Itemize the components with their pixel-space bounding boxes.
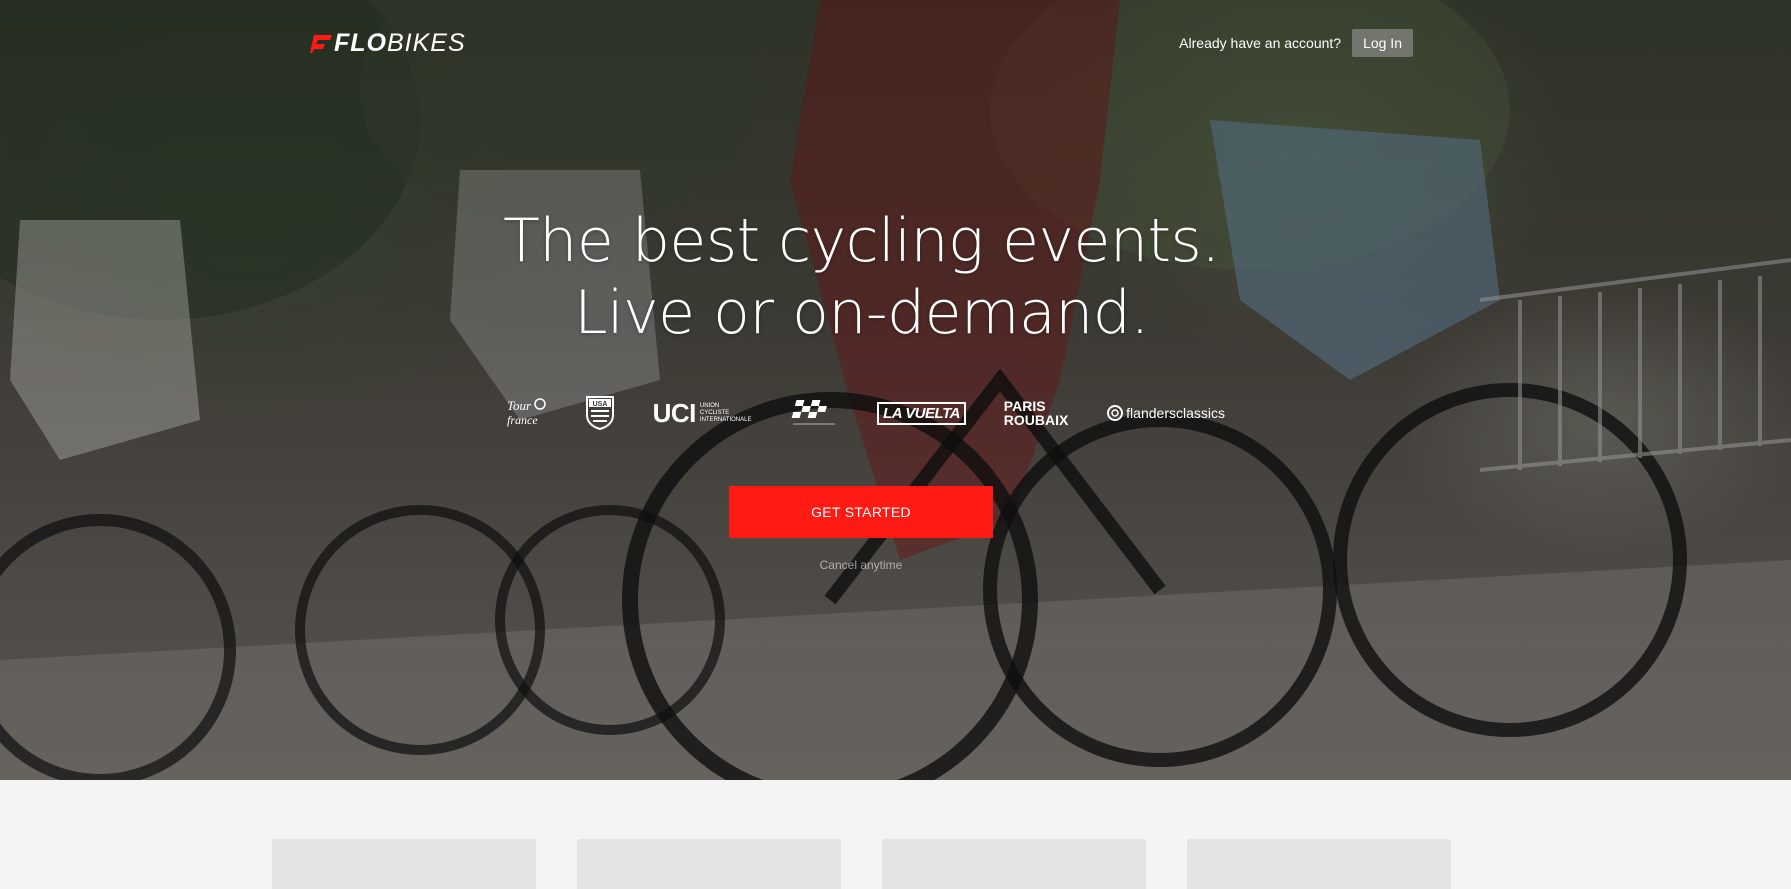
paris-roubaix-line-2: ROUBAIX — [1003, 412, 1069, 428]
flo-arrow-icon — [310, 35, 332, 53]
la-vuelta-text: LA VUELTA — [877, 401, 966, 425]
flobikes-logo[interactable]: FLO BIKES — [310, 29, 466, 58]
uci-logo: UCI UNION CYCLISTE INTERNATIONALE — [653, 398, 752, 429]
content-cards — [272, 839, 1452, 889]
tour-de-france-logo: Tour france — [505, 396, 547, 430]
logo-text-bold: FLO — [334, 28, 387, 57]
get-started-button[interactable]: GET STARTED — [729, 486, 993, 538]
content-card[interactable] — [1187, 839, 1451, 889]
content-card[interactable] — [577, 839, 841, 889]
cancel-anytime-note: Cancel anytime — [819, 558, 903, 572]
hero-headline: The best cycling events. Live or on-dema… — [0, 205, 1723, 349]
uci-sub-3: INTERNATIONALE — [699, 416, 752, 423]
usa-cycling-logo: USA — [585, 395, 615, 431]
top-nav: FLO BIKES Already have an account? Log In — [310, 28, 1413, 58]
flanders-classics-logo: flandersclassics — [1106, 404, 1225, 422]
content-card[interactable] — [272, 839, 536, 889]
usa-logo-text: USA — [592, 401, 607, 408]
paris-roubaix-line-1: PARIS — [1003, 398, 1046, 414]
la-vuelta-logo: LA VUELTA — [877, 401, 966, 425]
headline-line-2: Live or on-demand. — [574, 278, 1149, 348]
logo-text-light: BIKES — [387, 28, 466, 57]
partner-logos: Tour france USA UCI UNION CYCLISTE INTER… — [505, 393, 1225, 433]
flanders-ring-icon — [1107, 405, 1124, 421]
hero-banner: FLO BIKES Already have an account? Log In… — [0, 0, 1791, 780]
content-card[interactable] — [882, 839, 1146, 889]
paris-roubaix-logo: PARIS ROUBAIX — [1004, 399, 1069, 427]
flanders-classics-text: flandersclassics — [1126, 405, 1225, 421]
hero-dark-overlay — [0, 0, 1791, 780]
uci-sub-2: CYCLISTE — [699, 409, 730, 416]
checkered-flag-logo — [789, 398, 839, 428]
login-button[interactable]: Log In — [1352, 29, 1413, 57]
account-area: Already have an account? Log In — [1179, 29, 1413, 57]
uci-sub-1: UNION — [699, 402, 720, 409]
headline-line-1: The best cycling events. — [503, 206, 1220, 276]
account-prompt: Already have an account? — [1179, 35, 1342, 51]
uci-logo-text: UCI — [652, 397, 697, 428]
svg-text:france: france — [507, 413, 538, 427]
svg-text:Tour: Tour — [507, 398, 532, 413]
